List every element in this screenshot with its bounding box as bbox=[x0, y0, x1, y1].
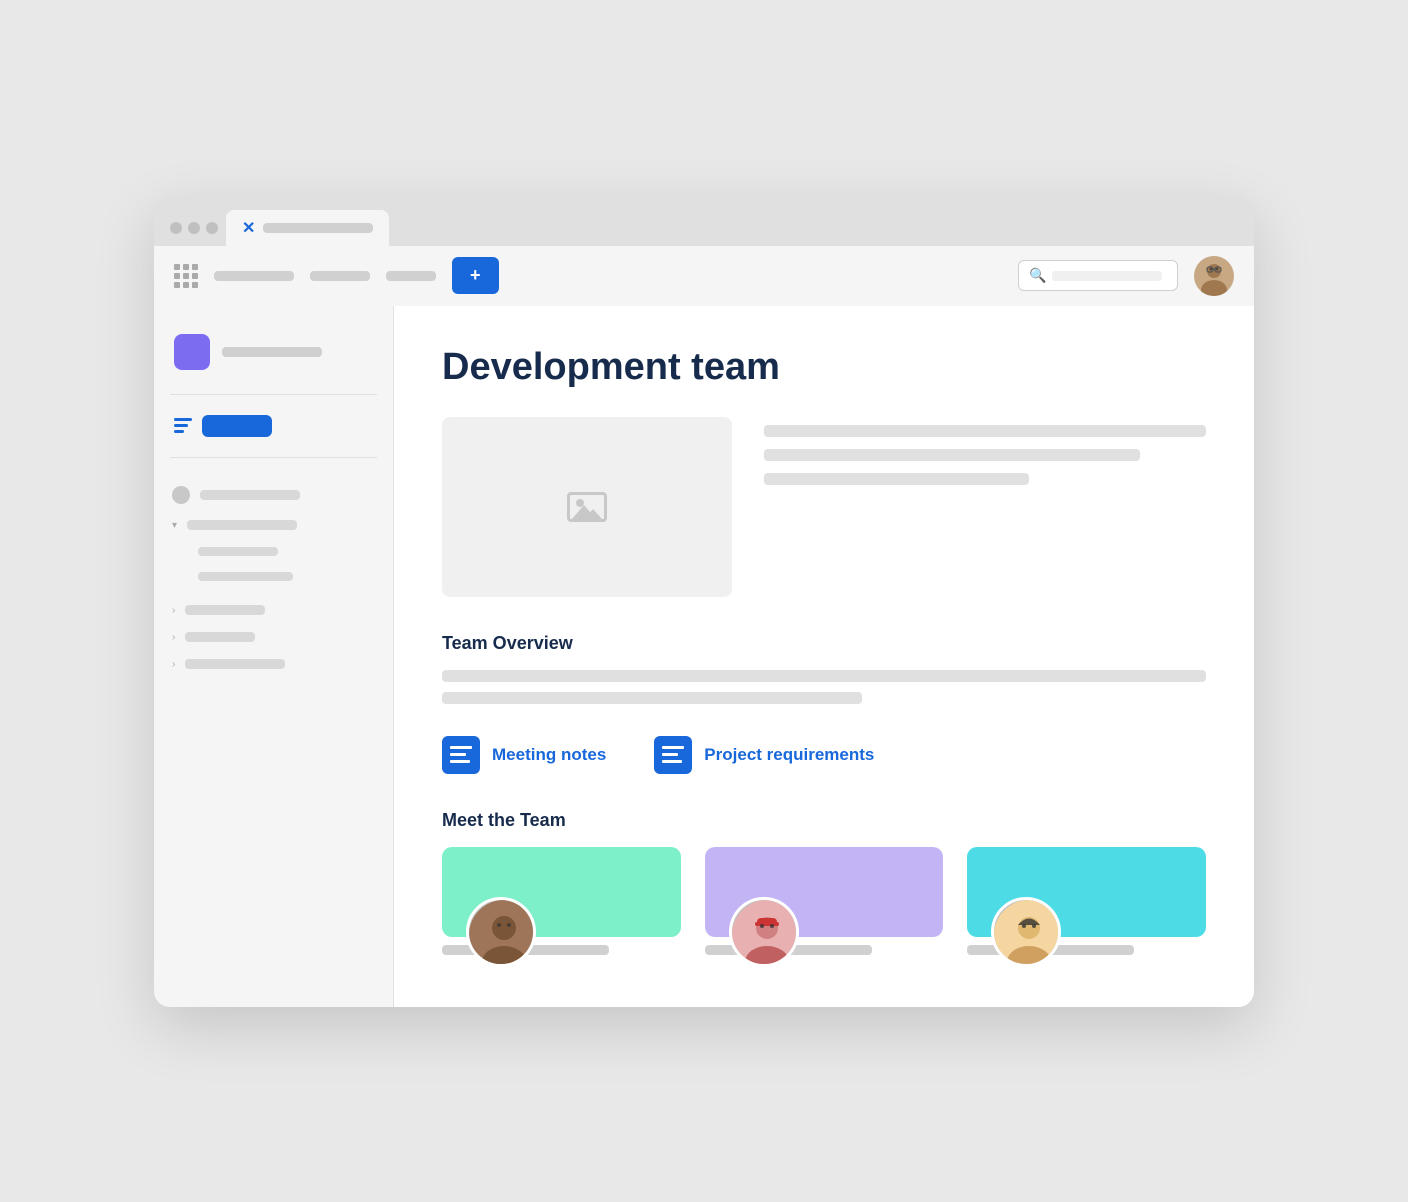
chevron-right-icon: › bbox=[172, 605, 175, 616]
confluence-logo-icon: ✕ bbox=[242, 218, 255, 238]
sidebar-divider bbox=[170, 394, 377, 395]
browser-window: ✕ + 🔍 bbox=[154, 196, 1254, 1007]
filter-icon bbox=[174, 418, 192, 433]
nav-label bbox=[185, 659, 285, 669]
window-controls bbox=[170, 222, 218, 246]
nav-item-2[interactable] bbox=[310, 271, 370, 281]
image-placeholder-icon bbox=[567, 492, 607, 522]
space-icon bbox=[174, 334, 210, 370]
browser-toolbar: + 🔍 bbox=[154, 246, 1254, 306]
avatar-image bbox=[1194, 256, 1234, 296]
links-row: Meeting notes Project requirements bbox=[442, 736, 1206, 774]
page-title: Development team bbox=[442, 346, 1206, 389]
team-card-2[interactable] bbox=[705, 847, 944, 967]
text-line bbox=[764, 425, 1206, 437]
sidebar-active-filter-btn[interactable] bbox=[202, 415, 272, 437]
filter-line-2 bbox=[174, 424, 188, 427]
sidebar-nav-item-4[interactable]: › bbox=[170, 655, 377, 674]
tab-title bbox=[263, 223, 373, 233]
search-icon: 🔍 bbox=[1029, 267, 1046, 284]
nav-label bbox=[185, 605, 265, 615]
doc-icon-lines bbox=[656, 738, 690, 771]
doc-icon bbox=[442, 736, 480, 774]
sidebar-divider-2 bbox=[170, 457, 377, 458]
sidebar-nav-item-3[interactable]: › bbox=[170, 628, 377, 647]
doc-line bbox=[662, 753, 678, 756]
app-body: ▾ › › › bbox=[154, 306, 1254, 1007]
text-line bbox=[764, 473, 1029, 485]
team-member-avatar-2 bbox=[729, 897, 799, 967]
link-project-requirements[interactable]: Project requirements bbox=[654, 736, 874, 774]
avatar-person1-image bbox=[469, 900, 536, 967]
browser-titlebar: ✕ bbox=[154, 196, 1254, 246]
doc-line bbox=[662, 746, 684, 749]
chevron-right-icon: › bbox=[172, 632, 175, 643]
user-avatar[interactable] bbox=[1194, 256, 1234, 296]
filter-line-1 bbox=[174, 418, 192, 421]
team-cards bbox=[442, 847, 1206, 967]
sidebar-child-item-1[interactable] bbox=[170, 543, 377, 560]
team-member-avatar-1 bbox=[466, 897, 536, 967]
text-line bbox=[764, 449, 1140, 461]
section-heading-overview: Team Overview bbox=[442, 633, 1206, 654]
dot-yellow bbox=[188, 222, 200, 234]
child-label bbox=[198, 572, 293, 581]
space-title bbox=[222, 347, 322, 357]
link-text-project-requirements: Project requirements bbox=[704, 745, 874, 765]
team-card-3[interactable] bbox=[967, 847, 1206, 967]
dot-red bbox=[170, 222, 182, 234]
doc-line bbox=[450, 753, 466, 756]
doc-line bbox=[450, 760, 470, 763]
search-bar[interactable]: 🔍 bbox=[1018, 260, 1178, 291]
nav-item-1[interactable] bbox=[214, 271, 294, 281]
hero-section bbox=[442, 417, 1206, 597]
text-line bbox=[442, 692, 862, 704]
doc-line bbox=[662, 760, 682, 763]
sidebar-filter-row[interactable] bbox=[170, 411, 377, 441]
dot-green bbox=[206, 222, 218, 234]
avatar-person2-image bbox=[732, 900, 799, 967]
search-input-placeholder bbox=[1052, 271, 1162, 281]
nav-dot bbox=[172, 486, 190, 504]
apps-grid-icon[interactable] bbox=[174, 264, 198, 288]
text-line bbox=[442, 670, 1206, 682]
chevron-right-icon: › bbox=[172, 659, 175, 670]
overview-text-block bbox=[442, 670, 1206, 704]
doc-icon-lines bbox=[444, 738, 478, 771]
doc-icon bbox=[654, 736, 692, 774]
hero-text-block bbox=[764, 417, 1206, 485]
link-text-meeting-notes: Meeting notes bbox=[492, 745, 606, 765]
team-member-avatar-3 bbox=[991, 897, 1061, 967]
hero-image bbox=[442, 417, 732, 597]
meet-team-section: Meet the Team bbox=[442, 810, 1206, 967]
doc-line bbox=[450, 746, 472, 749]
nav-label bbox=[187, 520, 297, 530]
child-label bbox=[198, 547, 278, 556]
section-heading-team: Meet the Team bbox=[442, 810, 1206, 831]
sidebar-child-item-2[interactable] bbox=[170, 568, 377, 585]
chevron-down-icon: ▾ bbox=[172, 520, 177, 531]
sidebar-space-item[interactable] bbox=[170, 326, 377, 378]
filter-line-3 bbox=[174, 430, 184, 433]
sidebar-nav-item-expanded[interactable]: ▾ bbox=[170, 516, 377, 535]
create-button[interactable]: + bbox=[452, 257, 499, 294]
link-meeting-notes[interactable]: Meeting notes bbox=[442, 736, 606, 774]
nav-label bbox=[185, 632, 255, 642]
sidebar-nav-item-2[interactable]: › bbox=[170, 601, 377, 620]
sidebar-nav-item-overview[interactable] bbox=[170, 482, 377, 508]
avatar-person3-image bbox=[994, 900, 1061, 967]
browser-tab[interactable]: ✕ bbox=[226, 210, 389, 246]
team-card-1[interactable] bbox=[442, 847, 681, 967]
sidebar-nav-list: ▾ › › › bbox=[170, 482, 377, 674]
nav-label bbox=[200, 490, 300, 500]
content-area: Development team bbox=[394, 306, 1254, 1007]
nav-item-3[interactable] bbox=[386, 271, 436, 281]
sidebar: ▾ › › › bbox=[154, 306, 394, 1007]
